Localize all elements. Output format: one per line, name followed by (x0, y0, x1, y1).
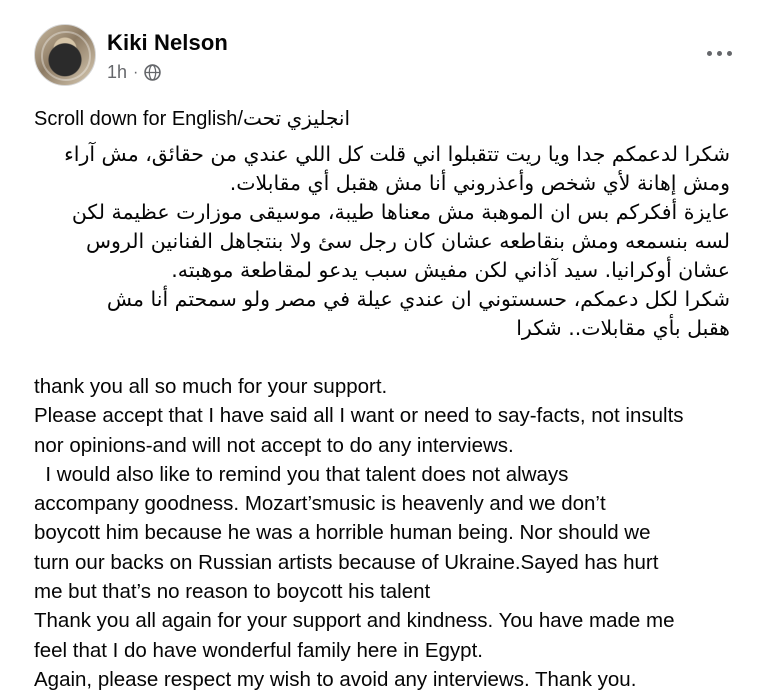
meta-separator: · (133, 63, 139, 81)
globe-icon[interactable] (144, 64, 162, 81)
arabic-line: لسه بنسمعه ومش بنقاطعه عشان كان رجل سئ و… (86, 229, 730, 253)
english-line: Again, please respect my wish to avoid a… (34, 667, 637, 691)
arabic-line: شكرا لكل دعمكم، حسستوني ان عندي عيلة في … (106, 287, 730, 311)
post-card: Kiki Nelson 1h · Scroll down for English… (12, 8, 756, 691)
arabic-line: هقبل بأي مقابلات.. شكرا (516, 316, 730, 340)
english-line: feel that I do have wonderful family her… (34, 638, 483, 662)
english-line: boycott him because he was a horrible hu… (34, 521, 651, 545)
arabic-line: شكرا لدعمكم جدا ويا ريت تتقبلوا اني قلت … (64, 142, 730, 166)
more-options-icon[interactable] (704, 48, 734, 58)
english-line: Please accept that I have said all I wan… (34, 404, 684, 428)
english-line: nor opinions-and will not accept to do a… (34, 433, 514, 457)
post-heading: Scroll down for English/انجليزي تحت (34, 108, 351, 130)
post-header: Kiki Nelson 1h · (34, 24, 734, 88)
arabic-text: شكرا لدعمكم جدا ويا ريت تتقبلوا اني قلت … (38, 140, 730, 343)
english-line: turn our backs on Russian artists becaus… (34, 550, 659, 574)
english-line: Thank you all again for your support and… (34, 609, 675, 633)
post-meta: 1h · (107, 62, 162, 83)
post-time[interactable]: 1h (107, 62, 127, 83)
author-name[interactable]: Kiki Nelson (107, 30, 228, 56)
english-line: me but that’s no reason to boycott his t… (34, 580, 431, 604)
english-text: thank you all so much for your support. … (34, 372, 754, 694)
arabic-line: عشان أوكرانيا. سيد آذاني لكن مفيش سبب يد… (171, 258, 730, 282)
profile-avatar[interactable] (34, 24, 96, 86)
english-line: accompany goodness. Mozart’smusic is hea… (34, 492, 606, 516)
arabic-line: ومش إهانة لأي شخص وأعذروني أنا مش هقبل أ… (229, 171, 730, 195)
arabic-line: عايزة أفكركم بس ان الموهبة مش معناها طيب… (71, 200, 730, 224)
english-line: thank you all so much for your support. (34, 375, 388, 398)
english-line: I would also like to remind you that tal… (34, 462, 569, 486)
